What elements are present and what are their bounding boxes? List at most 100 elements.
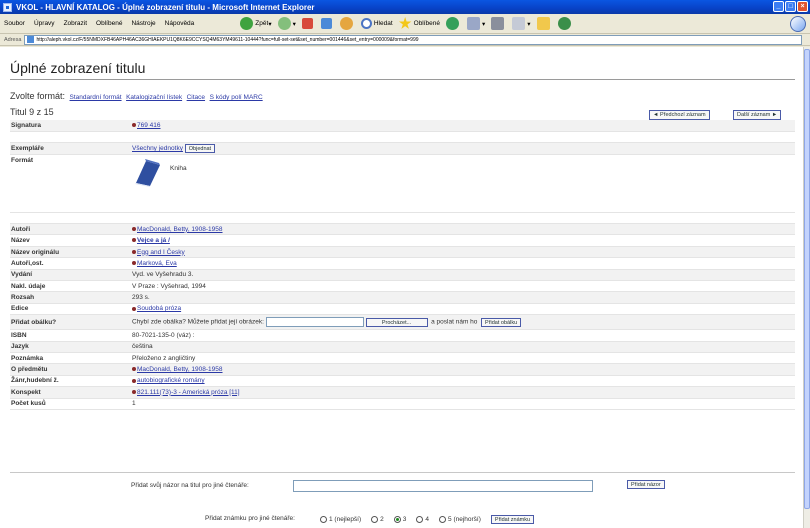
title-divider bbox=[10, 79, 795, 80]
genre-link[interactable]: autobiografické romány bbox=[137, 377, 205, 384]
address-input[interactable]: http://aleph.vkol.cz/F/55NMDXFB46APH46AC… bbox=[24, 34, 802, 45]
page-icon bbox=[27, 36, 35, 43]
rating-option-2[interactable]: 2 bbox=[371, 515, 384, 523]
rating-option-5[interactable]: 5 (nejhorší) bbox=[439, 515, 481, 523]
vertical-scrollbar[interactable] bbox=[803, 47, 810, 528]
stop-icon bbox=[301, 18, 313, 29]
field-label: Žánr,hudební ž. bbox=[10, 375, 132, 388]
format-marc-link[interactable]: S kódy polí MARC bbox=[210, 94, 263, 101]
table-row: Exempláře Všechny jednotky Objednat bbox=[10, 142, 795, 155]
format-citation-link[interactable]: Citace bbox=[187, 94, 205, 101]
record-table: Signatura 769 416 Exempláře Všechny jedn… bbox=[10, 120, 795, 410]
field-label: Exempláře bbox=[10, 142, 132, 155]
mail-button[interactable]: ▾ bbox=[467, 17, 485, 30]
bullet-icon bbox=[132, 227, 136, 232]
menu-oblibene[interactable]: Oblíbené bbox=[96, 20, 122, 27]
back-button[interactable]: Zpět ▾ bbox=[240, 17, 272, 30]
note-value: Přeloženo z angličtiny bbox=[132, 352, 795, 365]
browse-button[interactable]: Procházet... bbox=[365, 317, 428, 327]
scrollbar-thumb[interactable] bbox=[804, 49, 810, 509]
rating-label: Přidat známku pro jiné čtenáře: bbox=[205, 515, 295, 522]
title-link[interactable]: Vejce a já / bbox=[137, 237, 170, 244]
menu-napoveda[interactable]: Nápověda bbox=[165, 20, 195, 27]
format-label: Zvolte formát: bbox=[10, 91, 66, 101]
window-titlebar: VKOL - HLAVNÍ KATALOG - Úplné zobrazení … bbox=[0, 0, 810, 14]
menu-soubor[interactable]: Soubor bbox=[4, 20, 25, 27]
add-opinion-button[interactable]: Přidat názor bbox=[627, 480, 665, 489]
language-value: čeština bbox=[132, 341, 795, 353]
address-bar: Adresa http://aleph.vkol.cz/F/55NMDXFB46… bbox=[0, 34, 810, 46]
bullet-icon bbox=[132, 367, 136, 372]
field-label: Konspekt bbox=[10, 386, 132, 399]
menu-nastroje[interactable]: Nástroje bbox=[131, 20, 155, 27]
minimize-button[interactable]: _ bbox=[773, 1, 784, 12]
search-button[interactable]: Hledat bbox=[360, 18, 393, 29]
bullet-icon bbox=[132, 238, 136, 243]
book-icon bbox=[135, 158, 160, 187]
subject-link[interactable]: MacDonald, Betty, 1908-1958 bbox=[137, 366, 223, 373]
field-label: Poznámka bbox=[10, 352, 132, 365]
table-row: Název originálu Egg and I Česky bbox=[10, 246, 795, 259]
series-link[interactable]: Soudobá próza bbox=[137, 305, 181, 312]
table-row: Název Vejce a já / bbox=[10, 234, 795, 247]
original-title-link[interactable]: Egg and I Česky bbox=[137, 249, 185, 256]
field-label: Autoři,ost. bbox=[10, 257, 132, 270]
next-record-button[interactable]: Další záznam ► bbox=[733, 110, 782, 120]
field-label: Edice bbox=[10, 303, 132, 316]
maximize-button[interactable]: □ bbox=[785, 1, 796, 12]
stop-button[interactable] bbox=[301, 18, 315, 29]
forward-button[interactable]: ▾ bbox=[277, 17, 296, 30]
other-author-link[interactable]: Marková, Eva bbox=[137, 260, 177, 267]
format-catalog-card-link[interactable]: Katalogizační lístek bbox=[126, 94, 182, 101]
rating-option-1[interactable]: 1 (nejlepší) bbox=[320, 515, 361, 523]
menu-zobrazit[interactable]: Zobrazit bbox=[64, 20, 87, 27]
history-button[interactable] bbox=[446, 17, 461, 30]
publisher-value: V Praze : Vyšehrad, 1994 bbox=[132, 280, 795, 293]
signatura-link[interactable]: 769 416 bbox=[137, 122, 161, 129]
record-position: Titul 9 z 15 bbox=[10, 107, 54, 117]
rating-option-3[interactable]: 3 bbox=[393, 515, 406, 523]
add-rating-button[interactable]: Přidat známku bbox=[490, 515, 535, 524]
messenger-button[interactable] bbox=[557, 17, 573, 30]
table-row: Žánr,hudební ž. autobiografické romány bbox=[10, 375, 795, 388]
field-label: Nakl. údaje bbox=[10, 280, 132, 293]
all-items-link[interactable]: Všechny jednotky bbox=[132, 145, 183, 152]
history-icon bbox=[446, 17, 460, 30]
home-button[interactable] bbox=[339, 17, 355, 30]
rating-option-4[interactable]: 4 bbox=[416, 515, 429, 523]
page-content: Úplné zobrazení titulu Zvolte formát: St… bbox=[0, 47, 803, 528]
cover-file-input[interactable] bbox=[265, 317, 364, 328]
field-label: Přidat obálku? bbox=[10, 314, 132, 331]
radio-icon bbox=[439, 515, 447, 523]
format-standard-link[interactable]: Standardní formát bbox=[70, 94, 122, 101]
cover-send-text: a poslat nám ho bbox=[431, 318, 478, 326]
field-label: Jazyk bbox=[10, 341, 132, 353]
add-cover-button[interactable]: Přidat obálku bbox=[481, 317, 522, 327]
prev-record-button[interactable]: ◄ Předchozí záznam bbox=[649, 110, 710, 120]
print-icon bbox=[491, 17, 505, 30]
favorites-button[interactable]: Oblíbené bbox=[398, 17, 440, 30]
order-button[interactable]: Objednat bbox=[184, 143, 216, 153]
page-title: Úplné zobrazení titulu bbox=[10, 60, 146, 76]
address-url: http://aleph.vkol.cz/F/55NMDXFB46APH46AC… bbox=[36, 36, 419, 43]
menu-upravy[interactable]: Úpravy bbox=[34, 20, 55, 27]
edit-icon bbox=[512, 17, 526, 30]
field-label: Signatura bbox=[10, 120, 132, 132]
field-label: Formát bbox=[10, 154, 132, 213]
close-button[interactable]: × bbox=[797, 1, 808, 12]
bullet-icon bbox=[132, 306, 136, 311]
bullet-icon bbox=[132, 378, 136, 383]
edit-button[interactable]: ▾ bbox=[512, 17, 531, 30]
field-label: O předmětu bbox=[10, 363, 132, 376]
konspekt-link[interactable]: 821.111(73)-3 - Americká próza [11] bbox=[137, 389, 240, 396]
opinion-input[interactable] bbox=[293, 480, 593, 492]
count-value: 1 bbox=[132, 398, 795, 410]
radio-selected-icon bbox=[393, 515, 401, 523]
refresh-button[interactable] bbox=[320, 18, 334, 29]
print-button[interactable] bbox=[491, 17, 506, 30]
field-label: Rozsah bbox=[10, 291, 132, 304]
table-row: Rozsah 293 s. bbox=[10, 291, 795, 304]
folder-button[interactable] bbox=[536, 17, 552, 30]
author-link[interactable]: MacDonald, Betty, 1908-1958 bbox=[137, 226, 223, 233]
field-label: Název originálu bbox=[10, 246, 132, 259]
